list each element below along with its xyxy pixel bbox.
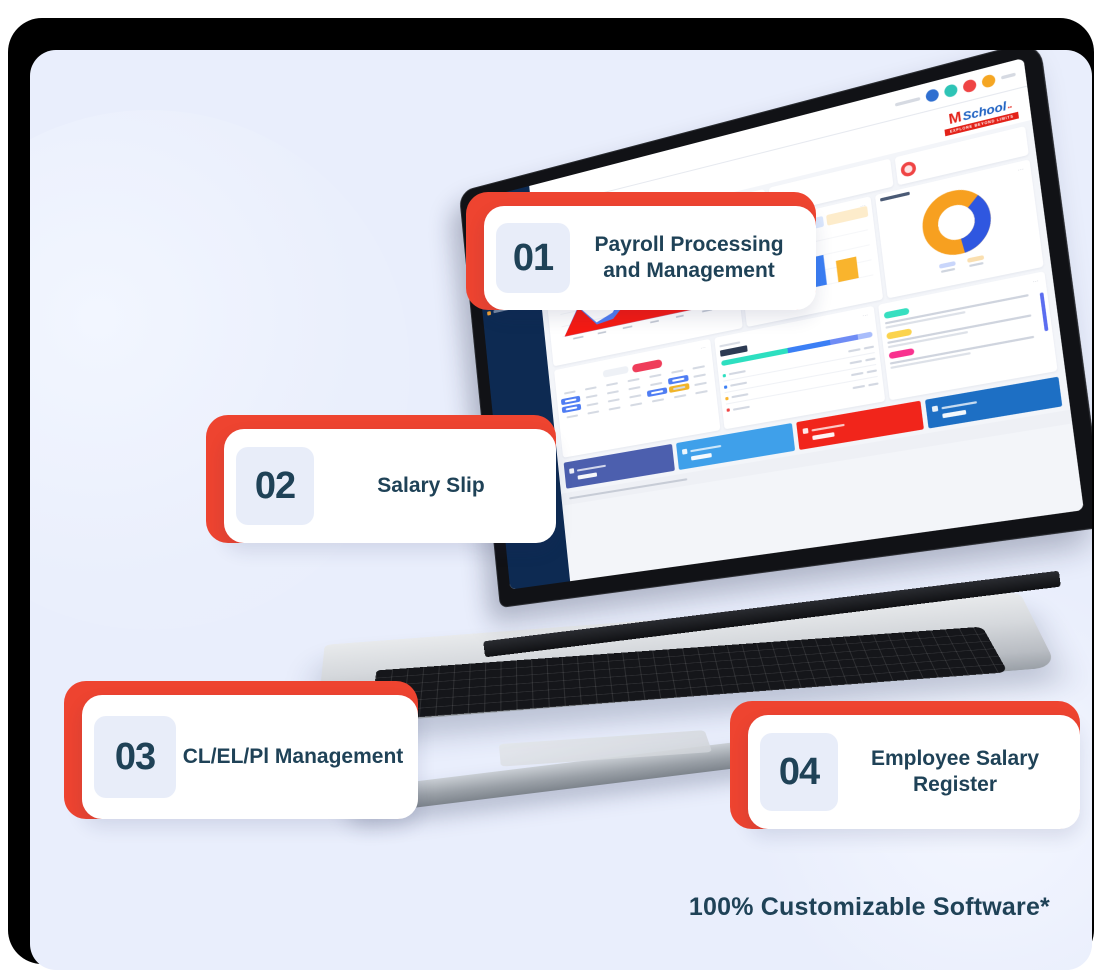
more-icon[interactable]: ⋯ [860,203,867,211]
kpi-icon [900,159,917,178]
topbar-label [894,96,921,107]
more-icon[interactable]: ⋯ [862,312,869,320]
tile-icon [681,448,688,455]
footer-note: 100% Customizable Software* [688,893,1050,921]
stat-rows [722,341,879,416]
card-sheet: 02 Salary Slip [224,429,556,543]
calendar-cell [563,412,583,422]
card-title: Salary Slip [377,474,485,498]
feature-card-01[interactable]: 01 Payroll Processing and Management [466,192,816,310]
dashboard-main: M School •• EXPLORE BEYOND LIMITS ⋯ ⋯ ⋯ … [529,57,1084,582]
card-number-badge: 04 [760,733,838,811]
legend-item [939,260,957,273]
card-title: Employee Salary Register [870,747,1040,796]
calendar-prev-button[interactable] [602,365,629,378]
avatar[interactable] [925,87,940,104]
card-sheet: 01 Payroll Processing and Management [484,206,816,310]
tile-icon [931,405,939,413]
logo-mark: M [947,107,963,127]
card-title: Payroll Processing and Management [594,233,784,282]
panel-title [880,191,911,202]
laptop-illustration: M School •• EXPLORE BEYOND LIMITS ⋯ ⋯ ⋯ … [30,50,1092,970]
calendar-cell [691,387,712,397]
poster-frame: M School •• EXPLORE BEYOND LIMITS ⋯ ⋯ ⋯ … [8,18,1094,970]
topbar-menu[interactable] [1000,72,1016,80]
calendar-cell [626,400,646,410]
alert-icon[interactable] [962,78,977,94]
laptop-screen: M School •• EXPLORE BEYOND LIMITS ⋯ ⋯ ⋯ … [471,57,1084,590]
card-sheet: 03 CL/EL/Pl Management [82,695,418,819]
calendar-today-button[interactable] [631,359,663,374]
donut-chart-svg [916,180,998,264]
panel-metric [720,345,749,357]
card-number-badge: 02 [236,447,314,525]
bullet-icon [487,310,491,316]
calendar-cell [669,391,690,401]
card-number-badge: 03 [94,716,176,798]
tile-icon [569,468,575,474]
calendar-cell [647,395,668,405]
card-sheet: 04 Employee Salary Register [748,715,1080,829]
feature-card-02[interactable]: 02 Salary Slip [206,415,556,543]
poster-stage: M School •• EXPLORE BEYOND LIMITS ⋯ ⋯ ⋯ … [30,50,1092,970]
bell-icon[interactable] [981,73,996,89]
calendar-cell [583,408,603,418]
feature-card-03[interactable]: 03 CL/EL/Pl Management [64,681,418,819]
status-icon[interactable] [943,83,959,99]
logo-suffix-icon: •• [1007,103,1013,112]
legend-item [967,254,985,268]
card-number-badge: 01 [496,223,570,293]
more-icon[interactable]: ⋯ [1032,278,1040,286]
tile-icon [802,427,809,435]
feature-card-04[interactable]: 04 Employee Salary Register [730,701,1080,829]
more-icon[interactable]: ⋯ [700,345,706,352]
calendar-cell [604,404,624,414]
more-icon[interactable]: ⋯ [1017,166,1025,174]
card-title: CL/EL/Pl Management [182,745,404,769]
dashboard: M School •• EXPLORE BEYOND LIMITS ⋯ ⋯ ⋯ … [471,57,1084,590]
